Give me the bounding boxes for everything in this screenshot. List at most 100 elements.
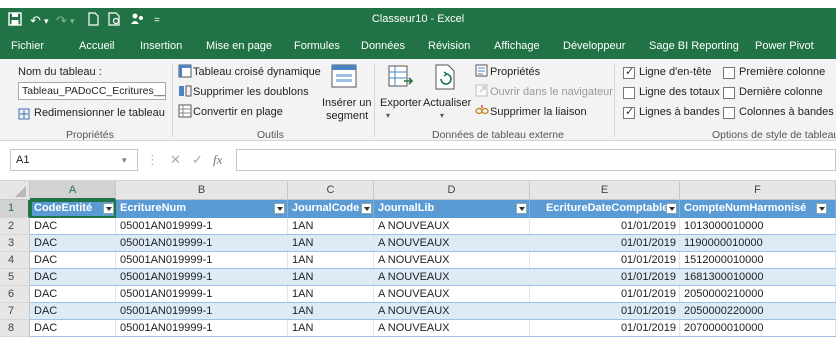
cell-comptenum[interactable]: 2070000010000 <box>680 320 836 337</box>
tab-fichier[interactable]: Fichier <box>11 40 44 52</box>
tab-sage-bi[interactable]: Sage BI Reporting <box>649 40 739 52</box>
cell-comptenum[interactable]: 1681300010000 <box>680 269 836 286</box>
filter-dropdown-icon[interactable] <box>274 203 285 214</box>
cell-journallib[interactable]: A NOUVEAUX <box>374 252 530 269</box>
tab-affichage[interactable]: Affichage <box>494 40 540 52</box>
cell-date[interactable]: 01/01/2019 <box>530 218 680 235</box>
cell-date[interactable]: 01/01/2019 <box>530 235 680 252</box>
table-name-input[interactable]: Tableau_PADoCC_Ecritures__B <box>18 82 166 100</box>
first-column-checkbox[interactable] <box>723 67 735 79</box>
cell-comptenum[interactable]: 1512000010000 <box>680 252 836 269</box>
insert-slicer-button-line2[interactable]: segment <box>326 110 368 122</box>
open-browser-button[interactable]: Ouvrir dans le navigateur <box>490 86 613 98</box>
cell-codeentite[interactable]: DAC <box>30 269 116 286</box>
select-all-corner[interactable] <box>0 181 30 200</box>
cell-journallib[interactable]: A NOUVEAUX <box>374 303 530 320</box>
refresh-button[interactable]: Actualiser <box>423 97 471 109</box>
column-header-d[interactable]: D <box>374 181 530 200</box>
filter-dropdown-icon[interactable] <box>816 203 827 214</box>
insert-slicer-button-line1[interactable]: Insérer un <box>322 97 372 109</box>
cell-comptenum[interactable]: 2050000210000 <box>680 286 836 303</box>
name-box[interactable]: A1 <box>10 149 138 171</box>
row-header[interactable]: 6 <box>0 286 30 303</box>
cell-journallib[interactable]: A NOUVEAUX <box>374 286 530 303</box>
row-header[interactable]: 1 <box>0 200 30 218</box>
tab-formules[interactable]: Formules <box>294 40 340 52</box>
last-column-checkbox[interactable] <box>723 87 735 99</box>
cell-ecriturenum[interactable]: 05001AN019999-1 <box>116 252 288 269</box>
convert-to-range-button[interactable]: Convertir en plage <box>193 106 283 118</box>
row-header[interactable]: 2 <box>0 218 30 235</box>
insert-function-icon[interactable]: fx <box>213 152 222 168</box>
cancel-icon[interactable]: ✕ <box>170 152 181 168</box>
banded-rows-checkbox[interactable] <box>623 105 635 119</box>
cell-codeentite[interactable]: DAC <box>30 218 116 235</box>
cell-journalcode[interactable]: 1AN <box>288 218 374 235</box>
cell-codeentite[interactable]: DAC <box>30 303 116 320</box>
cell-date[interactable]: 01/01/2019 <box>530 252 680 269</box>
filter-dropdown-icon[interactable] <box>516 203 527 214</box>
column-header-a[interactable]: A <box>30 181 116 200</box>
cell-journallib[interactable]: A NOUVEAUX <box>374 218 530 235</box>
column-header-e[interactable]: E <box>530 181 680 200</box>
cell-ecriturenum[interactable]: 05001AN019999-1 <box>116 218 288 235</box>
tab-accueil[interactable]: Accueil <box>79 40 114 52</box>
cell-date[interactable]: 01/01/2019 <box>530 303 680 320</box>
cell-journalcode[interactable]: 1AN <box>288 320 374 337</box>
row-header[interactable]: 4 <box>0 252 30 269</box>
formula-input[interactable] <box>236 149 836 171</box>
filter-dropdown-icon[interactable] <box>103 203 114 214</box>
filter-dropdown-icon[interactable] <box>361 203 372 214</box>
column-header-f[interactable]: F <box>680 181 836 200</box>
tab-power-pivot[interactable]: Power Pivot <box>755 40 814 52</box>
row-header[interactable]: 7 <box>0 303 30 320</box>
cell-comptenum[interactable]: 1190000010000 <box>680 235 836 252</box>
cell-ecriturenum[interactable]: 05001AN019999-1 <box>116 286 288 303</box>
row-header[interactable]: 3 <box>0 235 30 252</box>
cell-ecriturenum[interactable]: 05001AN019999-1 <box>116 235 288 252</box>
resize-table-button[interactable]: Redimensionner le tableau <box>34 107 165 119</box>
cell-journalcode[interactable]: 1AN <box>288 286 374 303</box>
cell-codeentite[interactable]: DAC <box>30 320 116 337</box>
refresh-dropdown-icon[interactable]: ▾ <box>440 111 444 120</box>
cell-journallib[interactable]: A NOUVEAUX <box>374 320 530 337</box>
filter-dropdown-icon[interactable] <box>666 203 677 214</box>
cell-ecriturenum[interactable]: 05001AN019999-1 <box>116 303 288 320</box>
cell-comptenum[interactable]: 2050000220000 <box>680 303 836 320</box>
banded-columns-checkbox[interactable] <box>723 107 735 119</box>
tab-donnees[interactable]: Données <box>361 40 405 52</box>
export-button[interactable]: Exporter <box>380 97 422 109</box>
tab-mise-en-page[interactable]: Mise en page <box>206 40 272 52</box>
cell-date[interactable]: 01/01/2019 <box>530 320 680 337</box>
cell-journalcode[interactable]: 1AN <box>288 303 374 320</box>
cell-journallib[interactable]: A NOUVEAUX <box>374 235 530 252</box>
cell-ecriturenum[interactable]: 05001AN019999-1 <box>116 269 288 286</box>
export-dropdown-icon[interactable]: ▾ <box>386 111 390 120</box>
cell-comptenum[interactable]: 1013000010000 <box>680 218 836 235</box>
column-header-b[interactable]: B <box>116 181 288 200</box>
cell-ecriturenum[interactable]: 05001AN019999-1 <box>116 320 288 337</box>
confirm-icon[interactable]: ✓ <box>192 152 203 168</box>
unlink-button[interactable]: Supprimer la liaison <box>490 106 587 118</box>
cell-date[interactable]: 01/01/2019 <box>530 269 680 286</box>
pivot-table-button[interactable]: Tableau croisé dynamique <box>193 66 321 78</box>
header-row-checkbox[interactable] <box>623 65 635 79</box>
column-header-c[interactable]: C <box>288 181 374 200</box>
row-header[interactable]: 5 <box>0 269 30 286</box>
properties-button[interactable]: Propriétés <box>490 66 540 78</box>
cell-codeentite[interactable]: DAC <box>30 235 116 252</box>
cell-journalcode[interactable]: 1AN <box>288 252 374 269</box>
tab-developpeur[interactable]: Développeur <box>563 40 625 52</box>
tab-insertion[interactable]: Insertion <box>140 40 182 52</box>
cell-journallib[interactable]: A NOUVEAUX <box>374 269 530 286</box>
cell-date[interactable]: 01/01/2019 <box>530 286 680 303</box>
cell-journalcode[interactable]: 1AN <box>288 235 374 252</box>
remove-duplicates-button[interactable]: Supprimer les doublons <box>193 86 309 98</box>
row-header[interactable]: 8 <box>0 320 30 337</box>
tab-revision[interactable]: Révision <box>428 40 470 52</box>
cell-journalcode[interactable]: 1AN <box>288 269 374 286</box>
totals-row-checkbox[interactable] <box>623 87 635 99</box>
cell-codeentite[interactable]: DAC <box>30 252 116 269</box>
cell-codeentite[interactable]: DAC <box>30 286 116 303</box>
name-box-dropdown-icon[interactable]: ▾ <box>122 155 127 166</box>
